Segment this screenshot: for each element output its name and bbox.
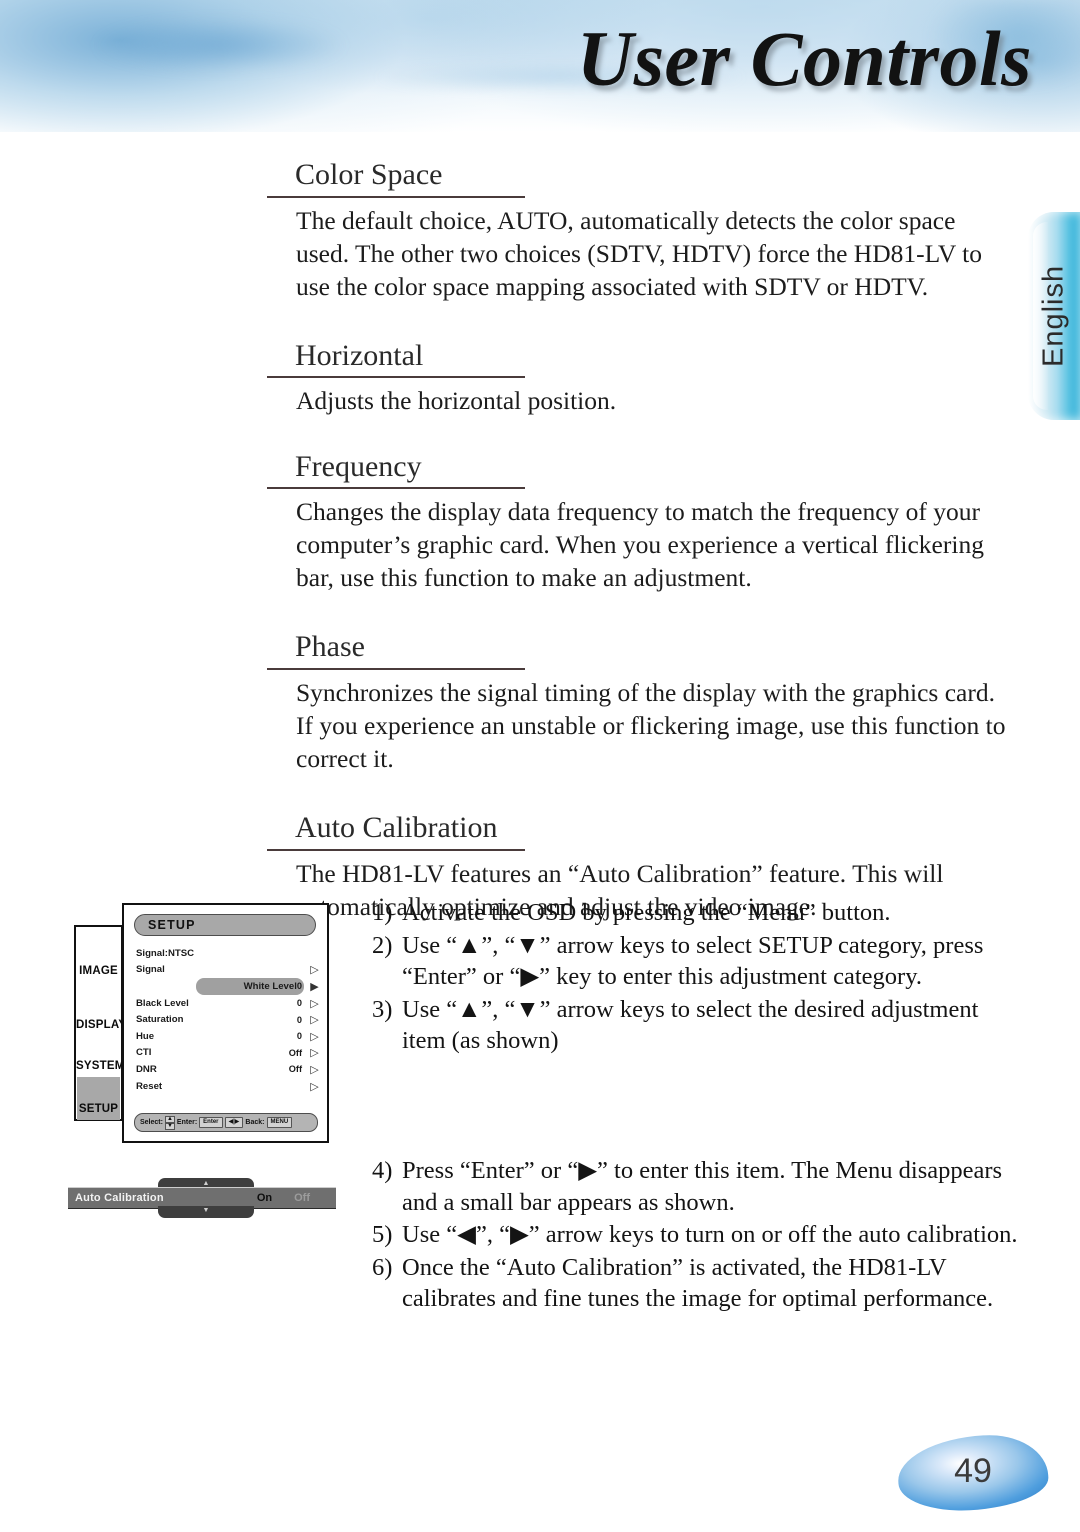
osd-category-setup[interactable]: SETUP — [76, 1103, 121, 1115]
step-number: 5) — [372, 1221, 393, 1249]
osd-row-value: 0 — [296, 998, 302, 1009]
section-color-space: Color Space The default choice, AUTO, au… — [267, 158, 1022, 303]
osd-row-signal-ntsc: Signal:NTSC — [136, 945, 320, 962]
osd-hint-menu-key[interactable]: MENU — [266, 1117, 293, 1128]
osd-row-label: Signal:NTSC — [136, 947, 195, 959]
osd-category-system[interactable]: SYSTEM — [76, 1060, 124, 1072]
step-text: Use “◀”, “▶” arrow keys to turn on or of… — [402, 1221, 1018, 1249]
osd-menu-figure: IMAGE DISPLAY SYSTEM SETUP SETUP Signal:… — [74, 903, 329, 1143]
auto-calibration-bar-figure: ▲ Auto Calibration On Off ▼ — [68, 1178, 336, 1218]
osd-hint-leftright-key[interactable]: ◀|▶ — [224, 1117, 244, 1128]
osd-row-saturation[interactable]: Saturation 0 ▷ — [136, 1011, 320, 1028]
osd-footer-hints: Select: ▲ ▼ Enter: Enter ◀|▶ Back: MENU — [134, 1113, 318, 1132]
section-body: The default choice, AUTO, automatically … — [296, 205, 983, 301]
step-text: Once the “Auto Calibration” is activated… — [402, 1253, 994, 1313]
osd-hint-select-label: Select: — [140, 1119, 163, 1126]
osd-row-label: CTI — [136, 1047, 152, 1059]
step-item: 5) Use “◀”, “▶” arrow keys to turn on or… — [372, 1219, 1027, 1251]
auto-cal-down-arrow-icon[interactable]: ▼ — [158, 1206, 254, 1218]
step-item: 6) Once the “Auto Calibration” is activa… — [372, 1252, 1027, 1315]
step-item: 1) Activate the OSD by pressing the “Men… — [372, 897, 1027, 929]
auto-cal-title: Auto Calibration — [75, 1192, 164, 1204]
page-title: User Controls — [576, 15, 1032, 102]
section-body: Changes the display data frequency to ma… — [296, 497, 984, 593]
page-number-label: 49 — [954, 1451, 992, 1490]
section-body: Adjusts the horizontal position. — [296, 386, 617, 416]
main-content: Color Space The default choice, AUTO, au… — [267, 158, 1022, 929]
step-text: Press “Enter” or “▶” to enter this item.… — [402, 1157, 1003, 1216]
osd-category-image[interactable]: IMAGE — [76, 965, 121, 977]
osd-row-cti[interactable]: CTI Off ▷ — [136, 1045, 320, 1062]
step-text: Activate the OSD by pressing the “Menu” … — [402, 899, 891, 926]
steps-list-first: 1) Activate the OSD by pressing the “Men… — [372, 897, 1027, 1058]
osd-row-arrow-icon[interactable]: ▷ — [309, 1046, 320, 1059]
section-heading: Frequency — [267, 450, 525, 490]
osd-hint-back-label: Back: — [245, 1119, 265, 1126]
osd-row-arrow-icon[interactable]: ▷ — [309, 997, 320, 1010]
steps-list-second: 4) Press “Enter” or “▶” to enter this it… — [372, 1155, 1027, 1316]
up-arrow-icon[interactable]: ▲ — [164, 1115, 175, 1123]
osd-row-value: 0 — [296, 1014, 302, 1025]
step-text: Use “▲”, “▼” arrow keys to select the de… — [402, 995, 979, 1055]
step-number: 2) — [372, 931, 393, 959]
osd-row-value: Off — [288, 1064, 302, 1075]
auto-cal-on-option[interactable]: On — [257, 1192, 272, 1204]
osd-row-label: Signal — [136, 964, 165, 976]
osd-panel: SETUP Signal:NTSC Signal ▷ White Level 0… — [122, 903, 329, 1143]
osd-row-white-level[interactable]: White Level 0 ▶ — [136, 978, 320, 995]
section-heading: Horizontal — [267, 339, 525, 379]
osd-row-value: 0 — [296, 981, 302, 992]
osd-row-black-level[interactable]: Black Level 0 ▷ — [136, 995, 320, 1012]
osd-hint-enter-label: Enter: — [176, 1119, 198, 1126]
osd-row-arrow-icon[interactable]: ▶ — [309, 980, 320, 993]
step-item: 4) Press “Enter” or “▶” to enter this it… — [372, 1155, 1027, 1218]
osd-row-label: DNR — [136, 1063, 157, 1075]
osd-row-arrow-icon[interactable]: ▷ — [309, 1080, 320, 1093]
osd-item-list: Signal:NTSC Signal ▷ White Level 0 ▶ Bla… — [136, 945, 320, 1094]
osd-row-value: Off — [288, 1047, 302, 1058]
step-number: 1) — [372, 899, 393, 926]
osd-row-value: 0 — [296, 1031, 302, 1042]
osd-row-reset[interactable]: Reset ▷ — [136, 1078, 320, 1095]
step-number: 6) — [372, 1253, 393, 1281]
step-text: Use “▲”, “▼” arrow keys to select SETUP … — [402, 931, 984, 991]
page-number-badge: 49 — [896, 1432, 1050, 1514]
osd-category-display[interactable]: DISPLAY — [76, 1019, 126, 1031]
osd-hint-updown-keys[interactable]: ▲ ▼ — [164, 1115, 175, 1130]
osd-row-dnr[interactable]: DNR Off ▷ — [136, 1061, 320, 1078]
auto-cal-off-option[interactable]: Off — [294, 1192, 310, 1204]
osd-hint-enter-key[interactable]: Enter — [199, 1117, 223, 1128]
section-frequency: Frequency Changes the display data frequ… — [267, 450, 1022, 595]
page-header: User Controls — [0, 0, 1080, 132]
osd-row-label: Black Level — [136, 997, 189, 1009]
section-body: Synchronizes the signal timing of the di… — [296, 677, 1006, 774]
osd-title-bar: SETUP — [134, 914, 316, 936]
section-phase: Phase Synchronizes the signal timing of … — [267, 630, 1022, 775]
osd-row-arrow-icon[interactable]: ▷ — [309, 1030, 320, 1043]
language-tab-label: English — [1037, 264, 1070, 368]
section-heading: Color Space — [267, 158, 525, 198]
step-number: 3) — [372, 995, 393, 1023]
osd-row-label: Reset — [136, 1080, 163, 1092]
step-number: 4) — [372, 1157, 393, 1184]
section-heading: Phase — [267, 630, 525, 670]
section-heading: Auto Calibration — [267, 811, 525, 851]
osd-row-signal[interactable]: Signal ▷ — [136, 962, 320, 979]
osd-row-label: Saturation — [136, 1014, 184, 1026]
osd-row-arrow-icon[interactable]: ▷ — [309, 1063, 320, 1076]
osd-row-label: Hue — [136, 1030, 155, 1042]
step-item: 3) Use “▲”, “▼” arrow keys to select the… — [372, 994, 1027, 1057]
section-horizontal: Horizontal Adjusts the horizontal positi… — [267, 339, 1022, 418]
osd-row-arrow-icon[interactable]: ▷ — [309, 1013, 320, 1026]
osd-category-sidebar: IMAGE DISPLAY SYSTEM SETUP — [74, 925, 126, 1121]
osd-title-label: SETUP — [148, 918, 196, 932]
step-item: 2) Use “▲”, “▼” arrow keys to select SET… — [372, 930, 1027, 993]
language-tab: English — [1028, 212, 1080, 420]
osd-row-label: White Level — [243, 980, 297, 992]
osd-row-arrow-icon[interactable]: ▷ — [309, 963, 320, 976]
osd-row-hue[interactable]: Hue 0 ▷ — [136, 1028, 320, 1045]
down-arrow-icon[interactable]: ▼ — [164, 1122, 175, 1130]
